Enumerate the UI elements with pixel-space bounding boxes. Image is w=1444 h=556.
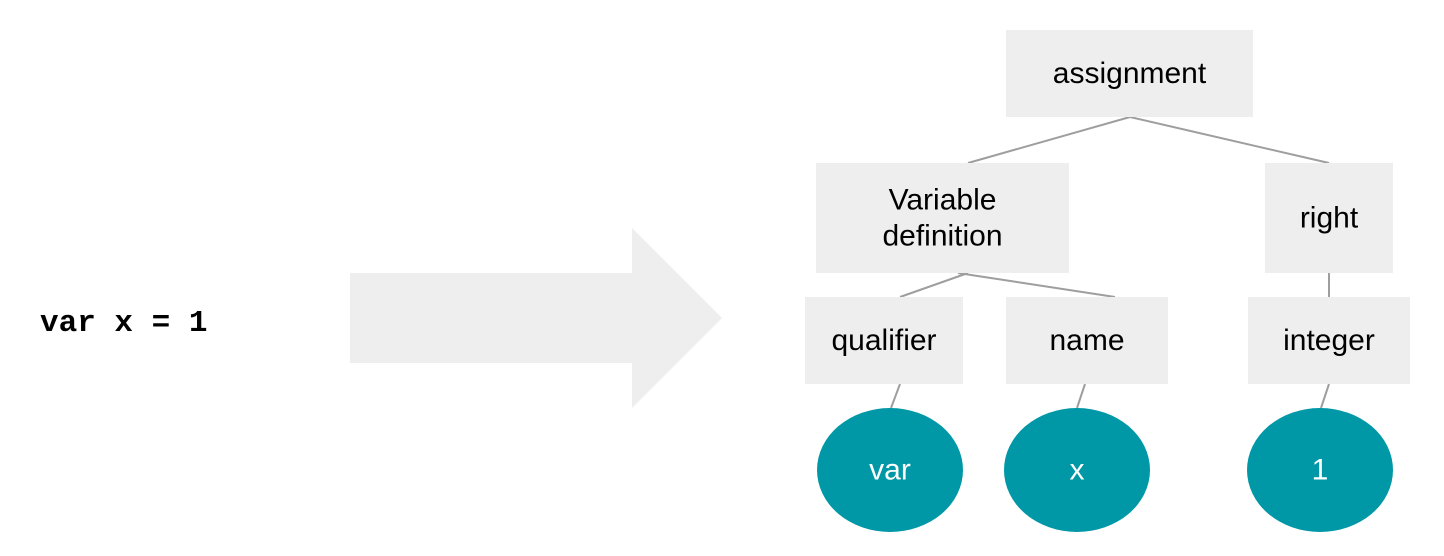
node-label: Variable — [889, 184, 997, 217]
transform-arrow — [350, 228, 722, 408]
ast-diagram: var x = 1 assignment Variabledefinition ri… — [40, 30, 1410, 532]
node-label: right — [1300, 202, 1359, 235]
edge-name-leaf_x — [1076, 383, 1086, 409]
node-box — [816, 163, 1069, 273]
node-label: definition — [882, 220, 1002, 253]
source-code: var x = 1 — [40, 306, 207, 341]
tree-nodes: assignment Variabledefinition right qualifi… — [805, 30, 1410, 532]
node-leaf_var: var — [817, 408, 963, 532]
edge-vardef-qualifier — [899, 272, 969, 298]
edge-assignment-vardef — [967, 116, 1131, 164]
node-label: qualifier — [831, 324, 936, 357]
node-assignment: assignment — [1006, 30, 1253, 117]
edge-integer-leaf_1 — [1320, 383, 1330, 409]
node-label: assignment — [1053, 57, 1207, 90]
node-vardef: Variabledefinition — [816, 163, 1069, 273]
node-leaf_1: 1 — [1247, 408, 1393, 532]
node-integer: integer — [1248, 297, 1410, 384]
node-label: x — [1070, 454, 1085, 487]
edge-qualifier-leaf_var — [890, 383, 901, 409]
node-right: right — [1265, 163, 1393, 273]
edge-assignment-right — [1129, 116, 1330, 164]
node-qualifier: qualifier — [805, 297, 963, 384]
node-leaf_x: x — [1004, 408, 1150, 532]
node-label: name — [1049, 324, 1124, 357]
edge-vardef-name — [957, 272, 1116, 298]
node-label: integer — [1283, 324, 1375, 357]
node-label: var — [869, 454, 911, 487]
node-name: name — [1006, 297, 1168, 384]
node-label: 1 — [1312, 454, 1329, 487]
